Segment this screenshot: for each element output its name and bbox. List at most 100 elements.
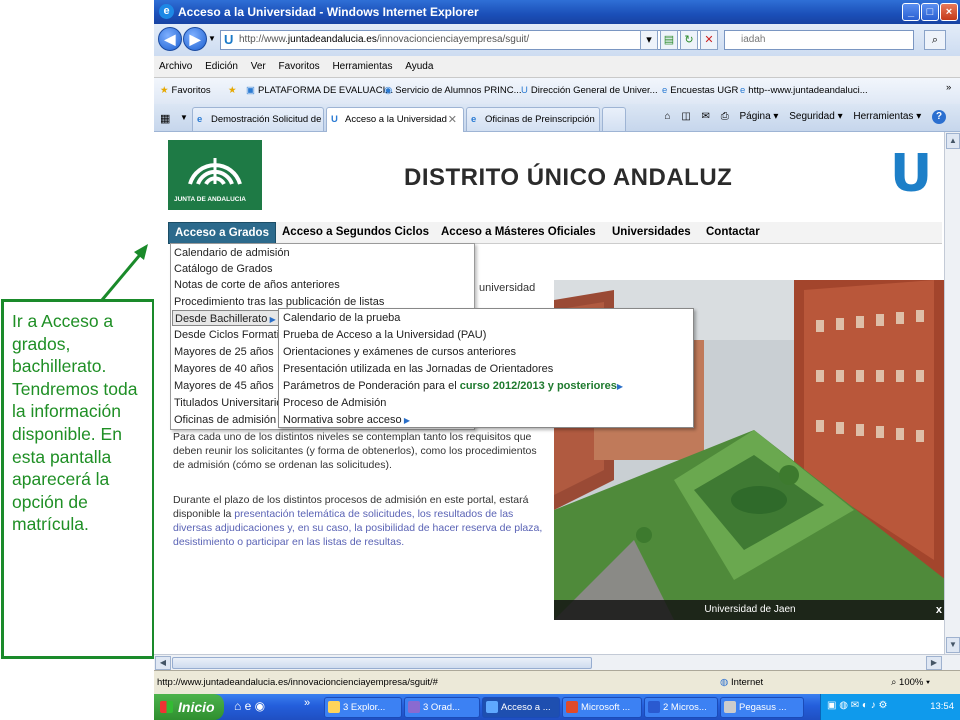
forward-button[interactable]: ▶ [183,27,207,51]
menu-herramientas[interactable]: Herramientas [327,56,397,72]
minimize-button[interactable]: _ [902,3,920,21]
taskbar-button-word[interactable]: 2 Micros... [644,697,718,718]
new-tab-button[interactable] [602,107,626,131]
submenu-pau[interactable]: Prueba de Acceso a la Universidad (PAU) [283,327,486,343]
refresh-icon[interactable]: ↻ [680,30,698,50]
page-icon: U [521,85,528,96]
nav-contactar[interactable]: Contactar [706,222,760,244]
taskbar-button-acceso[interactable]: Acceso a ... [482,697,560,718]
taskbar-button-oracle[interactable]: 3 Orad... [404,697,480,718]
stop-icon[interactable]: ✕ [700,30,718,50]
submenu-label: Normativa sobre acceso [283,414,402,426]
menu-ayuda[interactable]: Ayuda [400,56,438,72]
chevron-right-icon[interactable]: » [946,82,951,93]
scroll-right-icon[interactable]: ▶ [926,656,942,670]
menu-item-calendario[interactable]: Calendario de admisión [174,245,474,261]
taskbar-button-explorer[interactable]: 3 Explor... [324,697,402,718]
nav-masteres[interactable]: Acceso a Másteres Oficiales [441,222,596,244]
taskbar-label: Pegasus ... [739,702,787,713]
fav-item-2[interactable]: ◉ Servicio de Alumnos PRINC... [384,85,521,96]
scroll-down-icon[interactable]: ▼ [946,637,960,653]
history-dropdown-icon[interactable]: ▼ [208,34,216,43]
horizontal-scrollbar[interactable]: ◀ ▶ [154,654,960,670]
close-caption-icon[interactable]: x [936,604,942,616]
quick-tabs-icon[interactable]: ▦ [160,112,170,125]
submenu-label: Parámetros de Ponderación para el [283,380,460,392]
process-paragraph: Durante el plazo de los distintos proces… [173,493,545,549]
back-button[interactable]: ◀ [158,27,182,51]
maximize-button[interactable]: □ [921,3,939,21]
nav-acceso-grados[interactable]: Acceso a Grados [168,222,276,244]
status-url: http://www.juntadeandalucia.es/innovacio… [157,677,438,688]
feeds-icon[interactable]: ◫ [681,111,690,122]
system-tray: ▣ ◍ ✉ ◐ ♪ ⚙ 13:54 [820,694,960,720]
search-input[interactable]: iadah [724,30,914,50]
security-zone: ◍ Internet [720,677,763,688]
help-icon[interactable]: ? [932,110,946,124]
security-menu[interactable]: Seguridad ▾ [789,111,842,122]
menu-item-catalogo[interactable]: Catálogo de Grados [174,261,474,277]
tab-list-icon[interactable]: ▼ [180,113,188,122]
tab-demostracion[interactable]: e Demostración Solicitud de A... [192,107,324,131]
taskbar-button-pegasus[interactable]: Pegasus ... [720,697,804,718]
scroll-thumb[interactable] [172,657,592,669]
status-bar: http://www.juntadeandalucia.es/innovacio… [154,670,960,694]
compat-view-icon[interactable]: ▤ [660,30,678,50]
menu-favoritos[interactable]: Favoritos [274,56,325,72]
url-prefix: http://www. [239,34,288,45]
submenu-orientaciones[interactable]: Orientaciones y exámenes de cursos anter… [283,344,516,360]
nav-universidades[interactable]: Universidades [612,222,691,244]
mail-icon[interactable]: ✉ [702,111,710,122]
address-dropdown-icon[interactable]: ▾ [640,30,658,50]
taskbar-button-microsoft[interactable]: Microsoft ... [562,697,642,718]
tab-oficinas[interactable]: e Oficinas de Preinscripción [466,107,600,131]
scroll-left-icon[interactable]: ◀ [155,656,171,670]
tools-menu[interactable]: Herramientas ▾ [853,111,921,122]
nav-segundos-ciclos[interactable]: Acceso a Segundos Ciclos [282,222,429,244]
scroll-up-icon[interactable]: ▲ [946,133,960,149]
menu-item-notas[interactable]: Notas de corte de años anteriores [174,277,474,293]
fav-item-1[interactable]: ▣ PLATAFORMA DE EVALUACI... [246,85,393,96]
home-icon[interactable]: ⌂ [664,111,670,122]
quick-launch-icon[interactable]: ⌂ e ◉ [234,699,265,713]
site-title: DISTRITO ÚNICO ANDALUZ [404,164,733,191]
intro-text-fragment: universidad [479,282,536,294]
fav-item-3[interactable]: U Dirección General de Univer... [521,85,658,96]
submenu-calendario-prueba[interactable]: Calendario de la prueba [283,310,400,326]
page-icon: ◉ [384,85,393,96]
taskbar-label: 3 Orad... [423,702,460,713]
start-button[interactable]: Inicio [154,694,224,720]
folder-icon [328,701,340,713]
search-icon[interactable]: ⌕ [924,30,946,50]
add-favorite-icon[interactable]: ★ [228,85,237,96]
page-menu[interactable]: Página ▾ [740,111,779,122]
page-icon: e [740,85,746,96]
close-button[interactable]: × [940,3,958,21]
fav-item-4[interactable]: e Encuestas UGR [662,85,738,96]
tab-acceso[interactable]: U Acceso a la Universidad ✕ [326,107,464,132]
menu-item-bachillerato[interactable]: Desde Bachillerato ▶ [172,310,284,326]
submenu-presentacion[interactable]: Presentación utilizada en las Jornadas d… [283,361,553,377]
submenu-proceso[interactable]: Proceso de Admisión [283,395,386,411]
fav-item-5[interactable]: e http--www.juntadeandaluci... [740,85,868,96]
close-tab-icon[interactable]: ✕ [448,113,457,126]
taskbar-label: 3 Explor... [343,702,386,713]
favorites-button[interactable]: ★ Favoritos [160,85,211,96]
menu-edicion[interactable]: Edición [200,56,243,72]
ie-icon: e [159,4,174,19]
menu-archivo[interactable]: Archivo [154,56,197,72]
print-icon[interactable]: ⎙ [721,111,729,122]
submenu-ponderacion[interactable]: Parámetros de Ponderación para el curso … [283,378,623,394]
star-icon: ★ [160,85,169,96]
submenu-normativa[interactable]: Normativa sobre acceso ▶ [283,412,410,428]
logo-text: JUNTA DE ANDALUCIA [174,196,246,203]
zoom-level[interactable]: ⌕ 100% ▾ [891,677,930,688]
tray-icons[interactable]: ▣ ◍ ✉ ◐ ♪ ⚙ [827,700,887,711]
favorites-label: Favoritos [171,85,211,96]
magnifier-icon: ⌕ [891,677,900,688]
search-text: iadah [741,34,766,45]
menu-ver[interactable]: Ver [246,56,271,72]
url-path: /innovacioncienciayempresa/sguit/ [376,34,530,45]
quick-launch-more-icon[interactable]: » [304,697,310,709]
vertical-scrollbar[interactable]: ▲ ▼ [944,132,960,654]
